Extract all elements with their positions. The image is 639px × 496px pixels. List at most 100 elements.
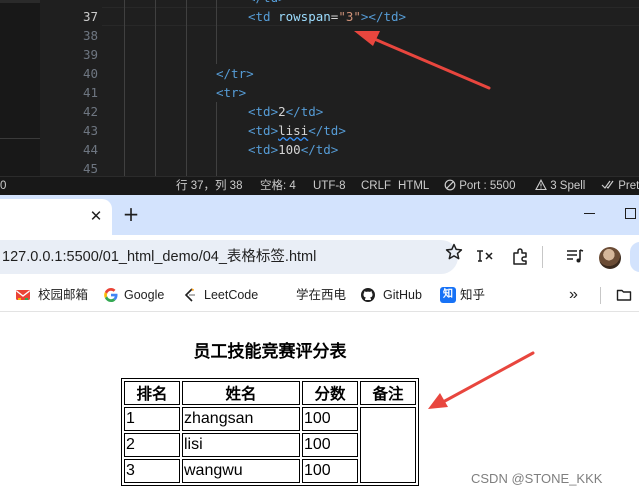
cell-remark-merged xyxy=(360,407,416,483)
code-editor[interactable]: 37 38 39 40 41 42 43 44 45 </td> <td row… xyxy=(0,0,639,176)
browser-tab[interactable]: ✕ xyxy=(0,199,112,235)
header-score: 分数 xyxy=(302,381,358,405)
spell-label: 3 Spell xyxy=(550,180,586,192)
code-text: 2 xyxy=(278,104,286,119)
line-number: 41 xyxy=(82,85,98,100)
minimize-window-icon[interactable] xyxy=(584,213,595,214)
code-tag: <td> xyxy=(248,104,279,119)
indent-guide xyxy=(155,0,156,176)
google-icon xyxy=(104,288,118,302)
prettier-status[interactable]: Pret xyxy=(601,177,639,195)
side-panel-divider xyxy=(0,138,40,139)
cell-rank: 3 xyxy=(124,459,180,483)
bookmark-zhihu[interactable]: 知乎 xyxy=(460,279,485,311)
code-text: 100 xyxy=(278,142,301,157)
line-number: 40 xyxy=(82,66,98,81)
maximize-window-icon[interactable] xyxy=(625,208,636,219)
address-bar[interactable]: 127.0.0.1:5500/01_html_demo/04_表格标签.html xyxy=(0,240,458,274)
watermark: CSDN @STONE_KKK xyxy=(471,471,603,486)
page-title: 员工技能竞赛评分表 xyxy=(193,342,347,362)
profile-chip-edge[interactable] xyxy=(630,242,639,272)
code-tag: <td> xyxy=(248,142,279,157)
indent-guide xyxy=(216,0,217,64)
code-tag: </td> xyxy=(285,104,324,119)
mail-icon xyxy=(16,290,30,300)
code-line-44: <td>100</td> xyxy=(248,140,338,159)
code-tag: ></td> xyxy=(360,9,407,24)
bookmark-star-icon[interactable] xyxy=(443,241,465,263)
prettier-label: Pret xyxy=(618,180,639,192)
no-entry-icon xyxy=(444,179,456,191)
status-bar: 0 行 37，列 38 空格: 4 UTF-8 CRLF HTML Port :… xyxy=(0,176,639,195)
spell-checker-status[interactable]: 3 Spell xyxy=(535,177,585,195)
bookmark-leetcode[interactable]: LeetCode xyxy=(204,279,258,311)
cell-score: 100 xyxy=(302,407,358,431)
score-table: 排名 姓名 分数 备注 1 zhangsan 100 2 lisi 100 3 … xyxy=(121,378,419,486)
leetcode-icon xyxy=(184,288,195,302)
profile-avatar[interactable] xyxy=(599,247,621,269)
bookmark-campus-mail[interactable]: 校园邮箱 xyxy=(38,279,88,311)
bookmarks-overflow-chevron-icon[interactable]: » xyxy=(569,279,578,311)
new-tab-icon[interactable]: + xyxy=(119,203,143,227)
line-number-gutter: 37 38 39 40 41 42 43 44 45 xyxy=(40,0,102,176)
code-tag: </td> xyxy=(300,142,339,157)
indent-guide xyxy=(124,0,125,176)
cell-score: 100 xyxy=(302,433,358,457)
toolbar-separator xyxy=(542,246,543,268)
url-text[interactable]: 127.0.0.1:5500/01_html_demo/04_表格标签.html xyxy=(2,240,316,274)
side-panel-edge xyxy=(0,0,40,176)
line-number: 42 xyxy=(82,104,98,119)
line-number: 38 xyxy=(82,28,98,43)
double-check-icon xyxy=(601,180,614,189)
line-number: 43 xyxy=(82,123,98,138)
folder-icon[interactable] xyxy=(616,287,632,303)
code-tag: </tr> xyxy=(216,66,254,81)
cell-rank: 1 xyxy=(124,407,180,431)
line-number: 37 xyxy=(82,9,98,24)
indentation-setting[interactable]: 空格: 4 xyxy=(260,177,296,195)
table-row: 1 zhangsan 100 xyxy=(124,407,416,483)
browser-tab-strip: ✕ + xyxy=(0,195,639,235)
cursor-position[interactable]: 行 37，列 38 xyxy=(176,177,242,195)
code-text-spellcheck: lisi xyxy=(278,123,309,138)
screenshot-root: 37 38 39 40 41 42 43 44 45 </td> <td row… xyxy=(0,0,639,496)
web-page-content: 员工技能竞赛评分表 排名 姓名 分数 备注 1 zhangsan 100 2 l… xyxy=(0,313,639,496)
code-tag: <tr> xyxy=(216,85,247,100)
bookmark-xidian[interactable]: 学在西电 xyxy=(296,279,346,311)
code-string: "3" xyxy=(338,9,361,24)
code-line-43: <td>lisi</td> xyxy=(248,121,346,140)
bookmark-github[interactable]: GitHub xyxy=(383,279,422,311)
header-name: 姓名 xyxy=(182,381,300,405)
code-area[interactable]: </td> <td rowspan="3"></td> </tr> <tr> <… xyxy=(102,0,639,176)
line-number: 45 xyxy=(82,161,98,176)
language-mode[interactable]: HTML xyxy=(398,177,429,195)
code-tag: </td> xyxy=(308,123,346,138)
extensions-icon[interactable] xyxy=(509,245,531,267)
zhihu-icon: 知 xyxy=(440,287,456,303)
code-line-37: <td rowspan="3"></td> xyxy=(248,7,406,26)
github-icon xyxy=(361,288,375,302)
code-line-41: <tr> xyxy=(216,83,246,102)
status-left-item[interactable]: 0 xyxy=(0,177,6,195)
code-line-40: </tr> xyxy=(216,64,254,83)
code-tag: <td> xyxy=(248,123,279,138)
bookmarks-bar: 校园邮箱 Google LeetCode 学在西电 GitHub 知 知乎 » xyxy=(0,279,639,312)
indent-guide xyxy=(216,102,217,176)
close-tab-icon[interactable]: ✕ xyxy=(88,208,104,224)
header-remark: 备注 xyxy=(360,381,416,405)
eol-setting[interactable]: CRLF xyxy=(361,177,391,195)
live-server-port[interactable]: Port : 5500 xyxy=(444,177,515,195)
header-rank: 排名 xyxy=(124,381,180,405)
bookmark-google[interactable]: Google xyxy=(124,279,164,311)
bookmarks-separator xyxy=(600,287,601,304)
encoding-setting[interactable]: UTF-8 xyxy=(313,177,346,195)
line-number: 39 xyxy=(82,47,98,62)
table-header-row: 排名 姓名 分数 备注 xyxy=(124,381,416,405)
cell-rank: 2 xyxy=(124,433,180,457)
code-tag: <td xyxy=(248,9,271,24)
cell-score: 100 xyxy=(302,459,358,483)
media-control-icon[interactable] xyxy=(564,245,586,267)
port-label: Port : 5500 xyxy=(459,180,516,192)
translate-icon[interactable] xyxy=(474,245,496,267)
browser-toolbar: 127.0.0.1:5500/01_html_demo/04_表格标签.html xyxy=(0,235,639,279)
